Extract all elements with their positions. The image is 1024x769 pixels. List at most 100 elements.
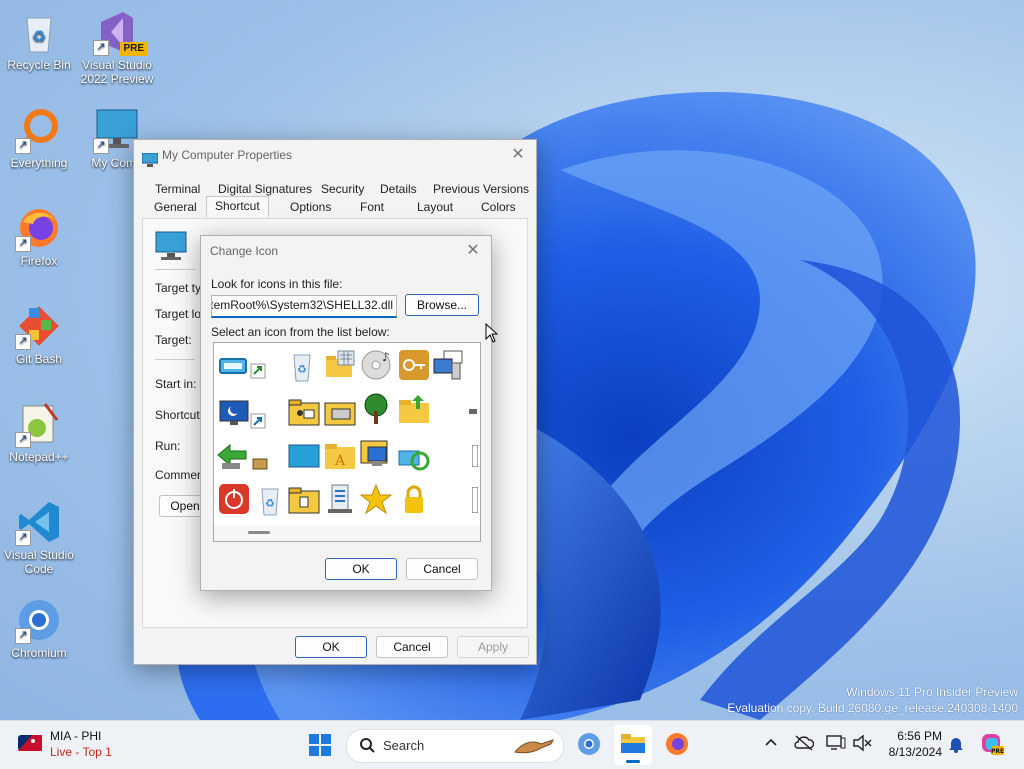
tab-security[interactable]: Security — [321, 180, 364, 198]
desktop-icon-visual-studio-2022-preview[interactable]: PRE ↗ Visual Studio 2022 Preview — [79, 8, 155, 86]
folder-up-icon[interactable] — [398, 393, 430, 425]
desktop-icon-visual-studio-code[interactable]: ↗ Visual Studio Code — [1, 498, 77, 576]
scrollbar-thumb[interactable] — [248, 531, 270, 534]
git-bash-icon: ↗ — [15, 302, 63, 350]
desktop-icon-label: Visual Studio 2022 Preview — [80, 58, 154, 86]
browse-button[interactable]: Browse... — [405, 294, 479, 316]
shortcut-arrow-icon: ↗ — [15, 628, 31, 644]
divider — [155, 359, 195, 360]
clock-date[interactable]: 8/13/2024 — [878, 745, 942, 759]
select-icon-label: Select an icon from the list below: — [211, 325, 390, 339]
recycle-bin-full-icon[interactable]: ♻ — [254, 485, 286, 517]
recycle-bin-empty-icon[interactable]: ♻ — [286, 351, 318, 383]
change-icon-titlebar: Change Icon ✕ — [201, 236, 491, 266]
volume-muted-icon[interactable] — [852, 734, 872, 755]
desktop-icon-recycle-bin[interactable]: ♻ Recycle Bin — [1, 8, 77, 72]
change-icon-dialog: Change Icon ✕ Look for icons in this fil… — [200, 235, 492, 591]
desktop-icon-label: Chromium — [11, 646, 67, 660]
sync-drive-icon[interactable] — [398, 443, 430, 475]
look-for-icons-label: Look for icons in this file: — [211, 277, 343, 291]
tab-general[interactable]: General — [154, 198, 197, 216]
watermark-line1: Windows 11 Pro Insider Preview — [846, 685, 1018, 699]
file-explorer-taskbar-button[interactable] — [614, 725, 652, 765]
tab-options[interactable]: Options — [290, 198, 331, 216]
tab-terminal[interactable]: Terminal — [155, 180, 200, 198]
properties-cancel-button[interactable]: Cancel — [376, 636, 448, 658]
desktop-icon-label: Git Bash — [15, 352, 63, 366]
chromium-taskbar-icon[interactable] — [576, 731, 602, 760]
active-indicator — [626, 760, 640, 763]
widget-game-title[interactable]: MIA - PHI — [50, 729, 101, 743]
taskbar: MIA - PHI Live - Top 1 Search 6:56 PM 8/… — [0, 720, 1024, 769]
display-network-icon[interactable] — [826, 734, 846, 755]
magnifier-icon: ↗ — [15, 106, 63, 154]
drive-icon[interactable] — [218, 351, 250, 383]
desktop-icon-notepad-plus-plus[interactable]: ↗ Notepad++ — [1, 400, 77, 464]
package-icon[interactable] — [252, 455, 268, 471]
clock-time[interactable]: 6:56 PM — [886, 729, 942, 743]
chevron-up-icon[interactable] — [764, 736, 778, 753]
icon-file-input[interactable]: ystemRoot%\System32\SHELL32.dll — [211, 295, 397, 318]
tab-row-1: Terminal Digital Signatures Security Det… — [134, 180, 536, 198]
power-icon[interactable] — [218, 483, 250, 515]
computer-settings-icon[interactable] — [432, 349, 464, 381]
horizontal-scrollbar[interactable] — [214, 525, 480, 541]
notification-bell-icon[interactable] — [948, 735, 964, 756]
network-back-icon[interactable] — [216, 441, 248, 473]
close-button[interactable]: ✕ — [461, 236, 485, 266]
svg-text:A: A — [334, 453, 346, 469]
firefox-taskbar-icon[interactable] — [664, 731, 690, 760]
folder-grid-icon[interactable] — [324, 349, 356, 381]
desktop-icon-git-bash[interactable]: ↗ Git Bash — [1, 302, 77, 366]
monitor-moon-icon[interactable] — [218, 399, 250, 431]
copilot-preview-icon[interactable]: PRE — [980, 732, 1004, 759]
recycle-bin-icon: ♻ — [15, 8, 63, 56]
folder-users-icon[interactable] — [288, 395, 320, 427]
properties-apply-button[interactable]: Apply — [457, 636, 529, 658]
change-icon-ok-button[interactable]: OK — [325, 558, 397, 580]
window-icon[interactable] — [288, 441, 320, 473]
key-icon[interactable] — [398, 349, 430, 381]
lock-icon[interactable] — [398, 483, 430, 515]
shortcut-arrow-icon: ↗ — [15, 236, 31, 252]
shortcut-arrow-icon[interactable] — [250, 413, 266, 429]
partial-icon[interactable] — [471, 486, 479, 514]
tab-font[interactable]: Font — [360, 198, 384, 216]
tree-icon[interactable] — [360, 393, 392, 425]
properties-ok-button[interactable]: OK — [295, 636, 367, 658]
cd-music-icon[interactable]: ♪ — [360, 349, 392, 381]
close-button[interactable]: ✕ — [506, 140, 530, 170]
svg-text:♻: ♻ — [297, 363, 307, 376]
tab-layout[interactable]: Layout — [417, 198, 453, 216]
pre-badge: PRE — [120, 42, 147, 56]
shortcut-overlay-icon[interactable] — [250, 363, 266, 379]
folder-drive-icon[interactable] — [324, 395, 356, 427]
run-label: Run: — [155, 439, 181, 453]
small-drive-icon[interactable] — [468, 405, 478, 415]
icon-list[interactable]: ♻ ♪ A ♻ — [213, 342, 481, 542]
vscode-icon: ↗ — [15, 498, 63, 546]
tab-colors[interactable]: Colors — [481, 198, 516, 216]
desktop-icon-chromium[interactable]: ↗ Chromium — [1, 596, 77, 660]
folder-font-icon[interactable]: A — [324, 439, 356, 471]
tab-previous-versions[interactable]: Previous Versions — [433, 180, 529, 198]
notepad-plus-plus-icon: ↗ — [15, 400, 63, 448]
folder-computer-icon[interactable] — [360, 437, 392, 469]
folder-network-icon[interactable] — [288, 483, 320, 515]
widget-game-status[interactable]: Live - Top 1 — [50, 745, 112, 759]
desktop-icon-everything[interactable]: ↗ Everything — [1, 106, 77, 170]
desktop-icon-label: Visual Studio Code — [4, 548, 74, 576]
shortcut-arrow-icon: ↗ — [93, 138, 109, 154]
onedrive-offline-icon[interactable] — [794, 734, 815, 755]
search-box[interactable]: Search — [346, 729, 564, 763]
tab-shortcut[interactable]: Shortcut — [206, 196, 269, 217]
desktop-icon-firefox[interactable]: ↗ Firefox — [1, 204, 77, 268]
server-list-icon[interactable] — [324, 483, 356, 515]
partial-icon[interactable] — [471, 444, 479, 468]
start-in-label: Start in: — [155, 377, 197, 391]
star-icon[interactable] — [359, 483, 393, 515]
change-icon-cancel-button[interactable]: Cancel — [406, 558, 478, 580]
search-highlight-image-icon — [511, 734, 557, 761]
tab-details[interactable]: Details — [380, 180, 417, 198]
start-button[interactable] — [308, 733, 332, 760]
